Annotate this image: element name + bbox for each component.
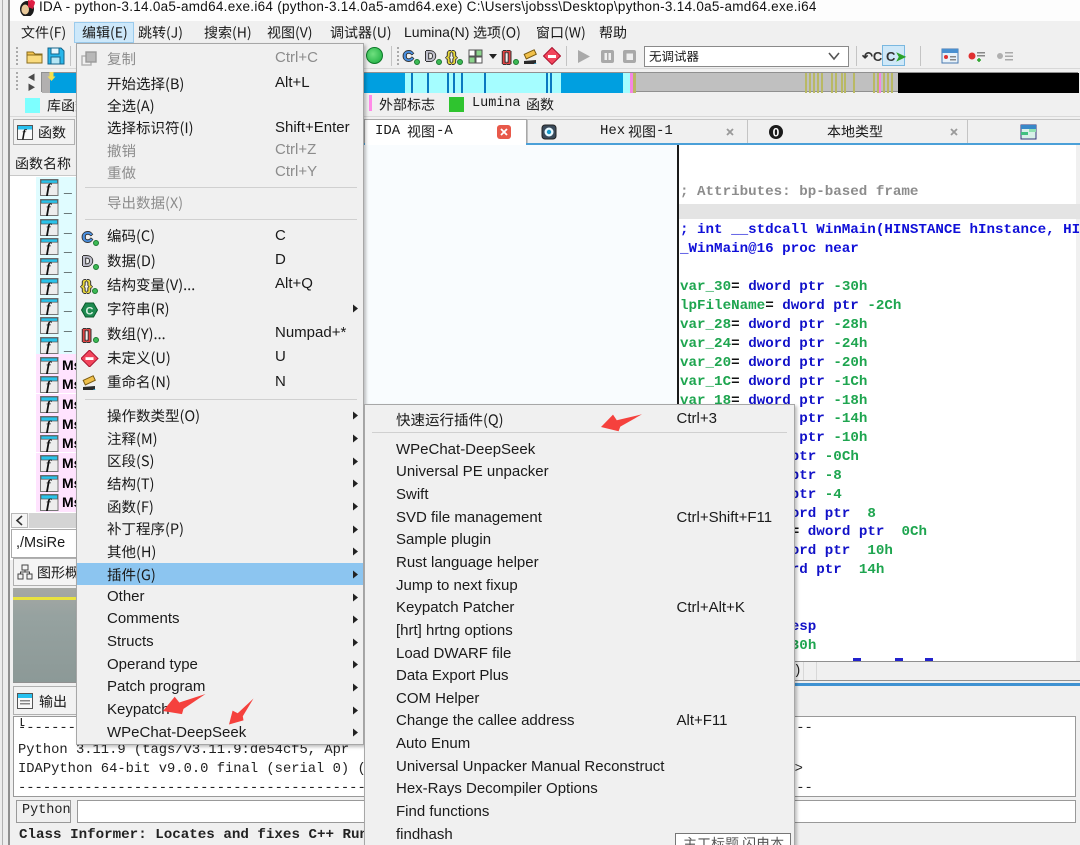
- svg-text:C: C: [86, 306, 94, 318]
- svg-text:0: 0: [773, 126, 780, 140]
